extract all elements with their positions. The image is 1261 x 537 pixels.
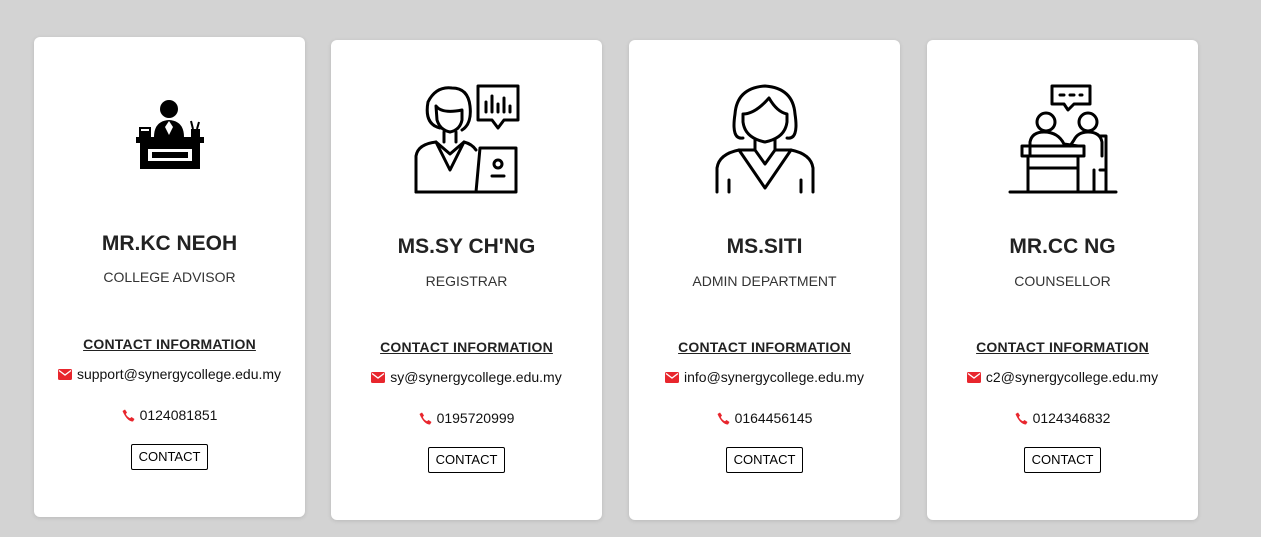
phone-number[interactable]: 0124346832 [1033, 410, 1111, 426]
contact-information-heading: CONTACT INFORMATION [678, 339, 851, 355]
phone-icon [1015, 412, 1028, 424]
staff-role: ADMIN DEPARTMENT [692, 273, 837, 289]
envelope-icon [57, 368, 72, 380]
phone-line: 0124081851 [34, 407, 305, 423]
email-address[interactable]: sy@synergycollege.edu.my [390, 369, 561, 385]
phone-line: 0124346832 [927, 410, 1198, 426]
advisor-desk-icon [34, 97, 305, 172]
phone-number[interactable]: 0195720999 [437, 410, 515, 426]
registrar-woman-laptop-icon [331, 84, 602, 194]
contact-information-heading: CONTACT INFORMATION [83, 336, 256, 352]
staff-name: MR.CC NG [1009, 235, 1116, 258]
staff-name: MR.KC NEOH [101, 232, 238, 255]
envelope-icon [966, 371, 981, 383]
email-line: sy@synergycollege.edu.my [331, 369, 602, 385]
email-address[interactable]: info@synergycollege.edu.my [684, 369, 864, 385]
email-line: support@synergycollege.edu.my [34, 366, 305, 382]
counselling-session-icon [927, 84, 1198, 194]
phone-number[interactable]: 0164456145 [735, 410, 813, 426]
contact-button[interactable]: CONTACT [427, 447, 506, 473]
contact-button[interactable]: CONTACT [1023, 447, 1102, 473]
email-address[interactable]: c2@synergycollege.edu.my [986, 369, 1158, 385]
contact-information-heading: CONTACT INFORMATION [380, 339, 553, 355]
phone-line: 0195720999 [331, 410, 602, 426]
staff-card-advisor: MR.KC NEOH COLLEGE ADVISOR CONTACT INFOR… [34, 37, 305, 517]
phone-icon [419, 412, 432, 424]
envelope-icon [665, 371, 679, 383]
email-line: info@synergycollege.edu.my [629, 369, 900, 385]
staff-name: MS.SY CH'NG [397, 235, 536, 258]
contact-information-heading: CONTACT INFORMATION [976, 339, 1149, 355]
email-address[interactable]: support@synergycollege.edu.my [77, 366, 281, 382]
envelope-icon [371, 371, 386, 383]
staff-card-counsellor: MR.CC NG COUNSELLOR CONTACT INFORMATION … [927, 40, 1198, 520]
phone-line: 0164456145 [629, 410, 900, 426]
contact-button[interactable]: CONTACT [130, 444, 209, 470]
staff-card-registrar: MS.SY CH'NG REGISTRAR CONTACT INFORMATIO… [331, 40, 602, 520]
phone-number[interactable]: 0124081851 [140, 407, 218, 423]
phone-icon [717, 412, 730, 424]
staff-role: COLLEGE ADVISOR [103, 269, 236, 285]
phone-icon [122, 409, 135, 421]
email-line: c2@synergycollege.edu.my [927, 369, 1198, 385]
staff-name: MS.SITI [726, 235, 803, 258]
contact-button[interactable]: CONTACT [725, 447, 804, 473]
woman-portrait-icon [629, 84, 900, 194]
staff-role: COUNSELLOR [1014, 273, 1111, 289]
staff-role: REGISTRAR [425, 273, 508, 289]
staff-card-admin: MS.SITI ADMIN DEPARTMENT CONTACT INFORMA… [629, 40, 900, 520]
